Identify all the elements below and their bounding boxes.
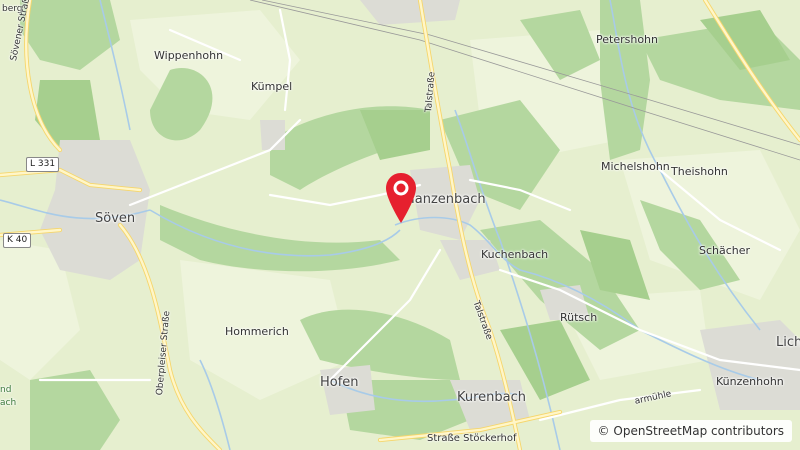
road-shield-k40: K 40 [3,233,32,248]
map-view[interactable]: Söven Wippenhohn Kümpel Hanzenbach Kuche… [0,0,800,450]
place-label-wippenhohn: Wippenhohn [154,49,224,62]
place-label-lich: Lich [776,335,800,350]
place-label-hommerich: Hommerich [225,325,289,338]
place-label-and-fragment: nd [0,385,12,395]
place-label-rutsch: Rütsch [560,311,598,324]
copyright-icon: © [597,424,610,438]
place-label-schacher: Schächer [699,244,751,257]
map-attribution: © OpenStreetMap contributors [589,420,792,442]
place-label-michelshohn: Michelshohn [601,160,670,173]
map-pin-icon [386,173,416,223]
road-label-stockerhof: Straße Stöckerhof [427,433,517,444]
place-label-kurenbach: Kurenbach [457,390,527,405]
place-label-hofen: Hofen [320,375,359,390]
place-label-hanzenbach: Hanzenbach [405,192,486,207]
road-shield-l331: L 331 [26,157,60,172]
place-label-petershohn: Petershohn [596,33,658,46]
place-label-kumpel: Kümpel [251,80,293,93]
place-label-ach-fragment: ach [0,398,17,408]
location-marker[interactable] [385,172,417,224]
place-label-kuchenbach: Kuchenbach [481,248,549,261]
place-label-theishohn: Theishohn [671,165,728,178]
place-label-kunzenhohn: Künzenhohn [716,375,784,388]
place-label-soven: Söven [95,211,136,226]
openstreetmap-contributors-link[interactable]: OpenStreetMap contributors [613,424,784,438]
